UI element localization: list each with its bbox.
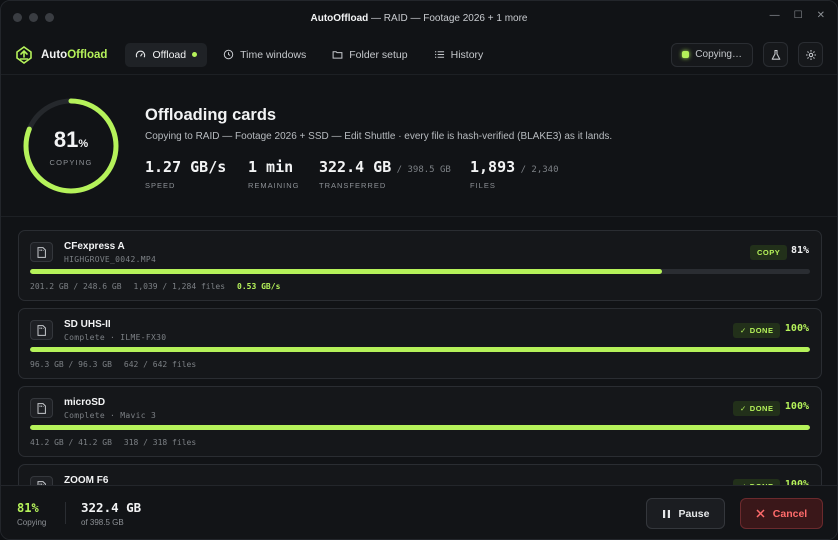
flask-icon bbox=[771, 49, 780, 60]
status-badge: ✓DONE bbox=[733, 401, 781, 416]
footer-percent-label: Copying bbox=[17, 518, 47, 527]
stat-remaining: 1 min REMAINING bbox=[248, 158, 300, 190]
sd-card-icon bbox=[30, 398, 53, 418]
card-size: 201.2 GB / 248.6 GB bbox=[30, 282, 122, 291]
nav-actions: Copying… bbox=[671, 42, 823, 67]
pause-button[interactable]: Pause bbox=[646, 498, 725, 529]
card-item[interactable]: microSD Complete · Mavic 3 ✓ DONE 100% 41.2 G… bbox=[18, 386, 822, 457]
cancel-button-label: Cancel bbox=[772, 507, 808, 520]
footer-bar: 81% Copying 322.4 GB of 398.5 GB Pause C… bbox=[1, 485, 837, 539]
status-pill[interactable]: Copying… bbox=[671, 42, 753, 67]
card-files: 318 / 318 files bbox=[123, 438, 197, 447]
card-detail: HIGHGROVE_0042.MP4 bbox=[64, 255, 157, 264]
status-badge: ✓DONE bbox=[733, 323, 781, 338]
active-indicator-dot bbox=[192, 52, 198, 57]
window-controls-right: — ☐ ✕ bbox=[770, 10, 825, 21]
card-percent: 100% bbox=[784, 401, 809, 412]
maximize-icon[interactable]: ☐ bbox=[794, 10, 803, 21]
card-progress-fill bbox=[30, 269, 662, 274]
check-icon: ✓ bbox=[740, 404, 747, 413]
cancel-button[interactable]: Cancel bbox=[740, 498, 823, 529]
card-name: SD UHS-II bbox=[64, 319, 111, 330]
card-progress-bar bbox=[30, 269, 810, 274]
progress-percent: 81% bbox=[53, 127, 89, 152]
tab-time-windows-label: Time windows bbox=[240, 48, 307, 61]
footer-percent: 81% bbox=[17, 501, 39, 515]
window-title: AutoOffload — RAID — Footage 2026 + 1 mo… bbox=[310, 12, 528, 24]
gauge-icon bbox=[136, 50, 146, 58]
card-name: CFexpress A bbox=[64, 241, 125, 252]
summary-hero: 81% COPYING Offloading cards Copying to … bbox=[1, 75, 837, 217]
page-subtitle: Copying to RAID — Footage 2026 + SSD — E… bbox=[145, 131, 613, 142]
footer-divider bbox=[65, 502, 66, 524]
status-indicator-icon bbox=[682, 51, 690, 58]
status-badge: COPY bbox=[750, 245, 788, 260]
tab-offload-label: Offload bbox=[152, 48, 187, 61]
close-icon bbox=[756, 509, 765, 518]
tab-folder-setup[interactable]: Folder setup bbox=[322, 43, 417, 67]
main-nav: AutoOffload Offload Time windows Folder … bbox=[1, 35, 837, 75]
app-window: AutoOffload — RAID — Footage 2026 + 1 mo… bbox=[0, 0, 838, 540]
card-name: microSD bbox=[64, 397, 106, 408]
card-meta: 96.3 GB / 96.3 GB 642 / 642 files bbox=[30, 360, 208, 369]
card-percent: 81% bbox=[790, 245, 809, 256]
window-controls-left bbox=[13, 13, 54, 22]
folder-icon bbox=[332, 51, 343, 59]
check-icon: ✓ bbox=[740, 326, 747, 335]
card-progress-fill bbox=[30, 347, 810, 352]
card-percent: 100% bbox=[784, 323, 809, 334]
card-meta: 201.2 GB / 248.6 GB 1,039 / 1,284 files 0.… bbox=[30, 282, 280, 291]
stat-speed: 1.27 GB/s SPEED bbox=[145, 158, 227, 190]
card-progress-bar bbox=[30, 347, 810, 352]
sd-card-icon bbox=[30, 320, 53, 340]
footer-transferred-label: of 398.5 GB bbox=[81, 518, 124, 527]
minimize-icon[interactable]: — bbox=[770, 10, 780, 21]
app-logo-icon bbox=[16, 45, 32, 64]
tab-history[interactable]: History bbox=[424, 43, 494, 67]
page-title: Offloading cards bbox=[145, 106, 277, 124]
pause-button-label: Pause bbox=[678, 507, 710, 520]
card-speed: 0.53 GB/s bbox=[237, 282, 281, 291]
settings-button[interactable] bbox=[798, 42, 823, 67]
status-pill-label: Copying… bbox=[695, 49, 742, 60]
footer-transferred: 322.4 GB bbox=[81, 500, 142, 515]
clock-icon bbox=[223, 49, 234, 60]
tab-bar: Offload Time windows Folder setup Histor… bbox=[125, 42, 494, 67]
tab-offload[interactable]: Offload bbox=[125, 42, 208, 67]
card-item[interactable]: CFexpress A HIGHGROVE_0042.MP4 COPY 81% 201.… bbox=[18, 230, 822, 301]
minimize-window-icon[interactable] bbox=[29, 13, 38, 22]
tab-history-label: History bbox=[450, 48, 484, 61]
card-meta: 41.2 GB / 41.2 GB 318 / 318 files bbox=[30, 438, 208, 447]
stat-transferred: 322.4 GB / 398.5 GB TRANSFERRED bbox=[319, 158, 451, 190]
card-list[interactable]: CFexpress A HIGHGROVE_0042.MP4 COPY 81% 201.… bbox=[1, 218, 837, 488]
tab-time-windows[interactable]: Time windows bbox=[213, 43, 316, 67]
sd-card-icon bbox=[30, 242, 53, 262]
zoom-window-icon[interactable] bbox=[45, 13, 54, 22]
card-files: 1,039 / 1,284 files bbox=[133, 282, 226, 291]
list-icon bbox=[434, 51, 444, 58]
gear-icon bbox=[805, 49, 816, 60]
brand: AutoOffload bbox=[15, 45, 108, 64]
card-detail: Complete · ILME-FX30 bbox=[64, 333, 167, 342]
title-bar: AutoOffload — RAID — Footage 2026 + 1 mo… bbox=[1, 1, 837, 35]
card-item[interactable]: SD UHS-II Complete · ILME-FX30 ✓ DONE 100% 96… bbox=[18, 308, 822, 379]
lab-button[interactable] bbox=[763, 42, 788, 67]
card-progress-fill bbox=[30, 425, 810, 430]
stat-files: 1,893 / 2,340 FILES bbox=[470, 158, 559, 190]
pause-icon bbox=[662, 509, 670, 518]
tab-folder-setup-label: Folder setup bbox=[349, 48, 408, 61]
close-icon[interactable]: ✕ bbox=[817, 10, 825, 21]
brand-name: AutoOffload bbox=[41, 48, 108, 61]
progress-status-label: COPYING bbox=[49, 158, 93, 167]
card-size: 41.2 GB / 41.2 GB bbox=[30, 438, 112, 447]
card-progress-bar bbox=[30, 425, 810, 430]
card-detail: Complete · Mavic 3 bbox=[64, 411, 157, 420]
card-files: 642 / 642 files bbox=[123, 360, 197, 369]
close-window-icon[interactable] bbox=[13, 13, 22, 22]
card-size: 96.3 GB / 96.3 GB bbox=[30, 360, 112, 369]
